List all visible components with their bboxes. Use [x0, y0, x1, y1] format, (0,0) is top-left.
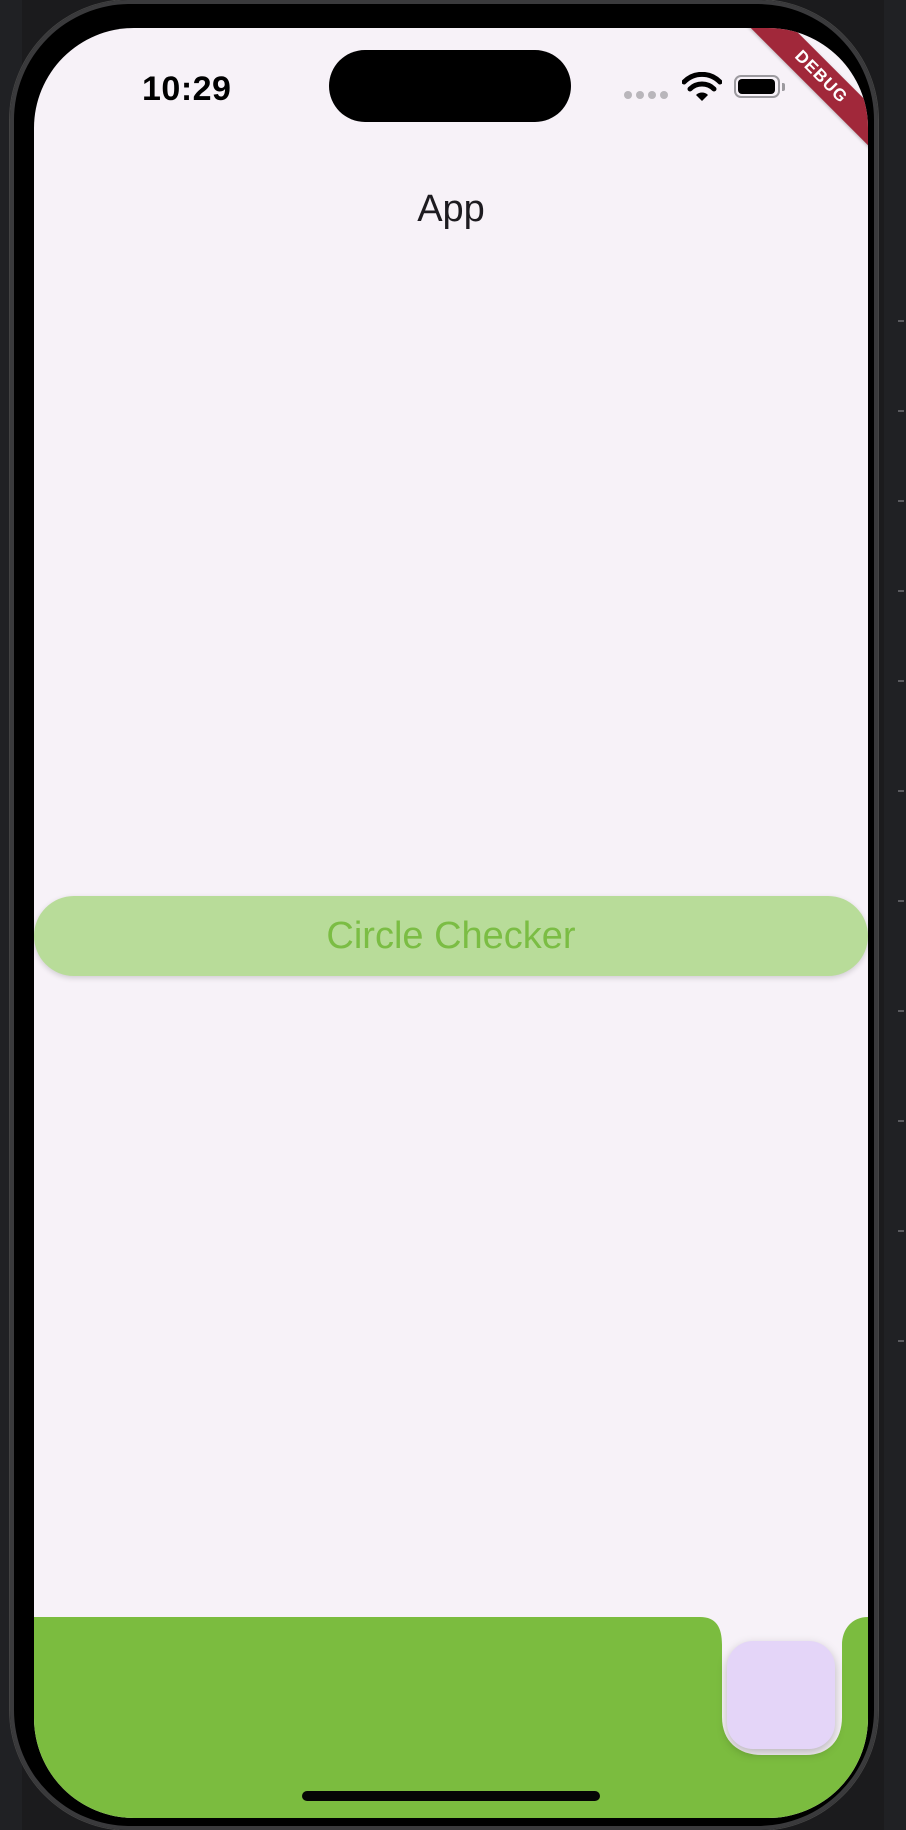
circle-checker-label: Circle Checker [326, 915, 576, 957]
status-bar: 10:29 DEBUG [34, 28, 868, 158]
wifi-icon [681, 71, 723, 104]
floating-action-button[interactable] [727, 1641, 835, 1749]
battery-icon [734, 75, 786, 100]
home-indicator[interactable] [302, 1791, 600, 1801]
status-time: 10:29 [142, 70, 232, 108]
circle-checker-button[interactable]: Circle Checker [34, 896, 868, 976]
device-mockup: 10:29 DEBUG App Circle Checker [0, 0, 906, 1830]
cellular-dots-icon [624, 91, 668, 101]
app-screen: 10:29 DEBUG App Circle Checker [34, 28, 868, 1818]
dynamic-island [329, 50, 571, 122]
background-window-edge [898, 320, 906, 1420]
app-bar: App [34, 166, 868, 252]
app-title: App [417, 188, 485, 230]
